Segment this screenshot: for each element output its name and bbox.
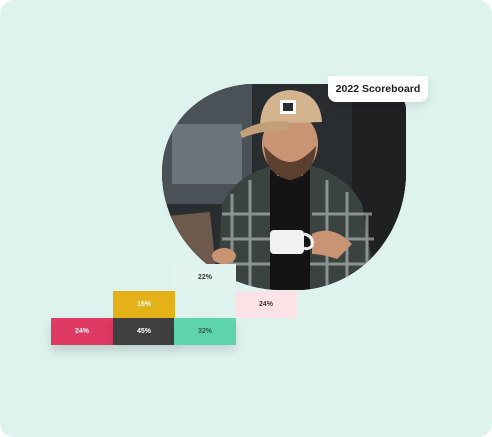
bar-block-mint-light: 22% bbox=[174, 264, 236, 291]
bar-block-pink-light: 24% bbox=[235, 291, 297, 318]
man-drinking-coffee-photo bbox=[162, 84, 406, 290]
bar-block-red: 24% bbox=[51, 318, 113, 345]
photo-illustration bbox=[162, 84, 406, 290]
scoreboard-card: 2022 Scoreboard 24% 45% 15% 22% 32% 24% bbox=[0, 0, 492, 437]
bar-block-dark: 45% bbox=[113, 318, 175, 345]
bar-block-green: 32% bbox=[174, 318, 236, 345]
scoreboard-title: 2022 Scoreboard bbox=[328, 76, 428, 102]
bar-block-yellow: 15% bbox=[113, 291, 175, 318]
